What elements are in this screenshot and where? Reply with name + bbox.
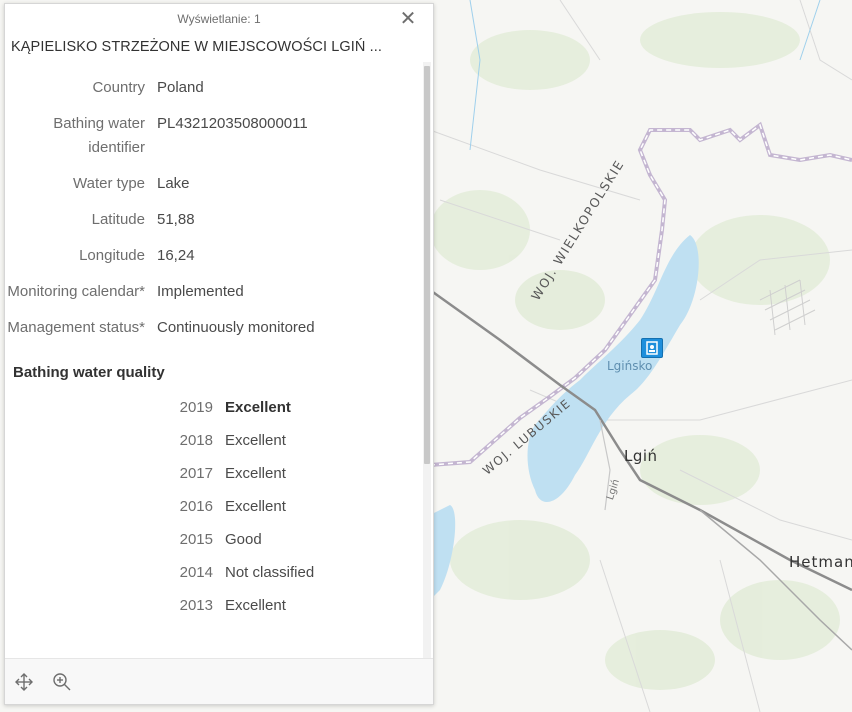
attribute-row-latitude: Latitude 51,88 [5,208,423,232]
attribute-value: Continuously monitored [157,319,315,336]
quality-row: 2018 Excellent [5,424,423,457]
attribute-value: Lake [157,175,190,192]
popup-header: Wyświetlanie: 1 ✕ [5,4,433,34]
attribute-row-management-status: Management status* Continuously monitore… [5,316,423,340]
pan-icon[interactable] [13,671,35,693]
quality-value: Not classified [225,564,315,581]
attribute-value: PL4321203508000011 [157,115,308,132]
quality-year: 2017 [179,465,213,482]
quality-year: 2013 [179,597,213,614]
attribute-row-longitude: Longitude 16,24 [5,244,423,268]
zoom-in-icon[interactable] [51,671,73,693]
quality-row: 2019 Excellent [5,391,423,424]
attribute-label: Management status* [7,319,145,336]
quality-heading: Bathing water quality [13,364,165,381]
label-hetman: Hetman [789,553,852,571]
quality-row: 2013 Excellent [5,589,423,622]
label-lgin: Lgiń [624,447,658,465]
lifebuoy-icon [646,341,658,355]
popup-title: KĄPIELISKO STRZEŻONE W MIEJSCOWOŚCI LGIŃ… [11,39,382,55]
attribute-label: Water type [73,175,145,192]
attribute-value: 51,88 [157,211,195,228]
quality-row: 2017 Excellent [5,457,423,490]
attribute-value: Implemented [157,283,244,300]
attribute-row-water-type: Water type Lake [5,172,423,196]
quality-year: 2015 [179,531,213,548]
attribute-label: Longitude [79,247,145,264]
attribute-row-identifier: Bathing water identifier PL4321203508000… [5,112,423,160]
feature-popup: Wyświetlanie: 1 ✕ KĄPIELISKO STRZEŻONE W… [4,3,434,705]
quality-value: Excellent [225,399,291,416]
quality-row: 2015 Good [5,523,423,556]
attribute-label: Monitoring calendar* [7,283,145,300]
attribute-row-country: Country Poland [5,76,423,100]
quality-value: Excellent [225,432,286,449]
attribute-row-monitoring-calendar: Monitoring calendar* Implemented [5,280,423,304]
quality-value: Excellent [225,498,286,515]
popup-content[interactable]: Country Poland Bathing water identifier … [5,62,423,662]
attribute-value: 16,24 [157,247,195,264]
quality-value: Excellent [225,597,286,614]
quality-row: 2016 Excellent [5,490,423,523]
quality-value: Good [225,531,262,548]
attribute-label: Country [92,79,145,96]
popup-footer [5,658,433,704]
attribute-table: Country Poland Bathing water identifier … [5,76,423,340]
quality-year: 2016 [179,498,213,515]
quality-year: 2019 [179,399,213,416]
quality-list: 2019 Excellent 2018 Excellent 2017 Excel… [5,391,423,622]
quality-year: 2018 [179,432,213,449]
attribute-label: Latitude [91,211,145,228]
quality-year: 2014 [179,564,213,581]
quality-value: Excellent [225,465,286,482]
attribute-label: Bathing water identifier [53,115,145,156]
close-icon[interactable]: ✕ [397,7,419,29]
bathing-site-icon[interactable] [641,338,663,358]
popup-scrollbar[interactable] [423,62,431,662]
attribute-value: Poland [157,79,204,96]
scrollbar-thumb[interactable] [424,66,430,464]
quality-row: 2014 Not classified [5,556,423,589]
popup-count: Wyświetlanie: 1 [177,12,261,26]
label-lginsko: Lgińsko [607,359,653,373]
